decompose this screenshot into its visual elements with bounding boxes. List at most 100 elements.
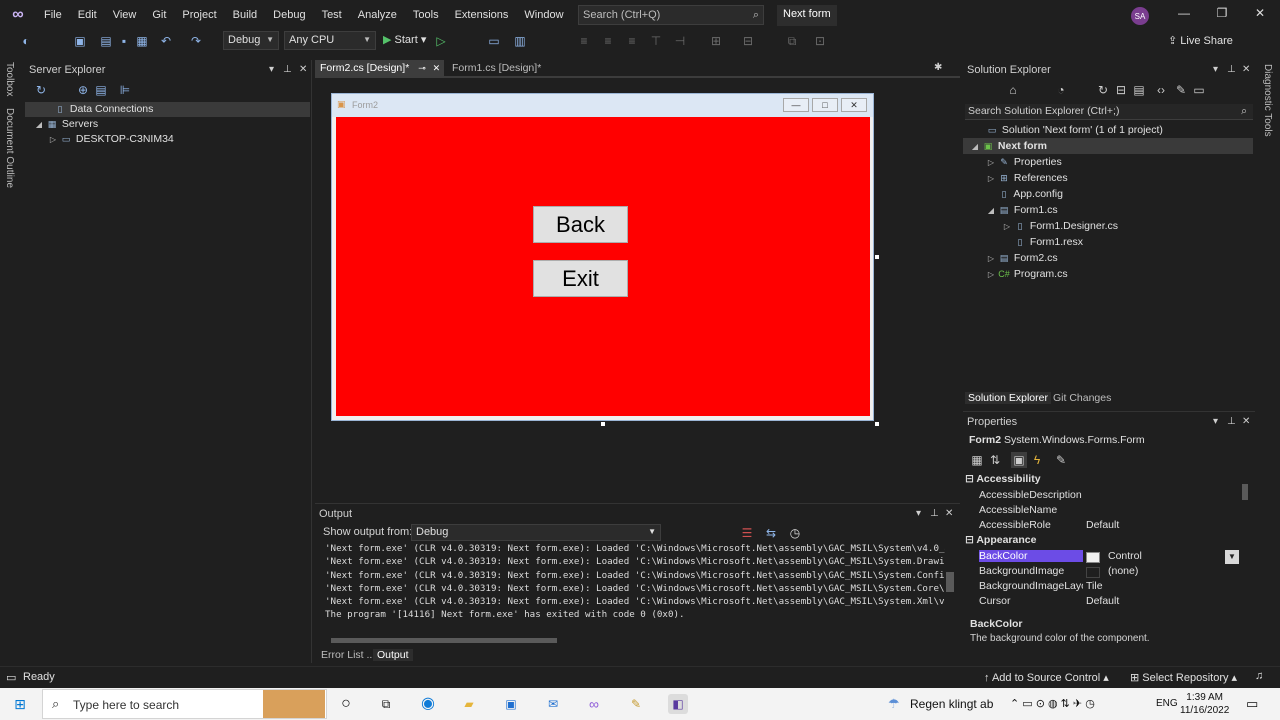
- clock[interactable]: 1:39 AM 11/16/2022: [1180, 691, 1229, 717]
- start-without-debug-icon[interactable]: ▷: [433, 33, 449, 49]
- back-nav-icon[interactable]: ◐: [18, 33, 34, 49]
- select-repository-button[interactable]: ⊞ Select Repository ▴: [1130, 671, 1237, 684]
- start-debug-button[interactable]: ▶ Start ▾: [383, 33, 426, 46]
- pin-icon[interactable]: ⊸: [418, 63, 426, 73]
- gear-icon[interactable]: ✱: [934, 62, 942, 73]
- folder-icon[interactable]: ▭: [486, 33, 502, 49]
- close-icon[interactable]: ✕: [1250, 6, 1270, 24]
- align-left-icon[interactable]: ≡: [576, 33, 592, 49]
- pin-icon[interactable]: ⊥: [1227, 416, 1236, 427]
- word-wrap-icon[interactable]: ⇆: [763, 525, 779, 541]
- menu-edit[interactable]: Edit: [70, 0, 105, 30]
- refresh-icon[interactable]: ↻: [33, 82, 49, 98]
- tree-item-form2[interactable]: ▷ ▤ Form2.cs: [963, 250, 1253, 266]
- global-search-input[interactable]: Search (Ctrl+Q) ⌕: [578, 5, 764, 25]
- minimize-icon[interactable]: —: [1174, 6, 1194, 24]
- visual-studio-icon[interactable]: ∞: [584, 694, 604, 714]
- categorized-icon[interactable]: ▦: [969, 452, 985, 468]
- add-to-source-control-button[interactable]: ↑ Add to Source Control ▴: [984, 671, 1109, 684]
- tab-git-changes[interactable]: Git Changes: [1053, 392, 1111, 404]
- resize-handle[interactable]: [875, 422, 879, 426]
- diagnostic-tools-tab[interactable]: Diagnostic Tools: [1262, 64, 1273, 137]
- tree-item-form1-designer[interactable]: ▷ ▯ Form1.Designer.cs: [963, 218, 1253, 234]
- property-row[interactable]: Cursor Default: [975, 595, 1250, 610]
- open-file-icon[interactable]: ▤: [98, 33, 114, 49]
- maximize-icon[interactable]: ❐: [1212, 6, 1232, 24]
- property-row[interactable]: AccessibleName: [975, 504, 1250, 519]
- property-row-selected[interactable]: BackColor Control ▼: [975, 550, 1250, 565]
- property-row[interactable]: BackgroundImage (none): [975, 565, 1250, 580]
- collapsed-arrow-icon[interactable]: ▷: [985, 155, 997, 171]
- tree-item-form1[interactable]: ◢ ▤ Form1.cs: [963, 202, 1253, 218]
- expanded-arrow-icon[interactable]: ◢: [969, 139, 981, 155]
- connect-database-icon[interactable]: ⊕: [75, 82, 91, 98]
- collapsed-arrow-icon[interactable]: ▷: [985, 251, 997, 267]
- panel-menu-icon[interactable]: ▾: [916, 508, 921, 519]
- align-right-icon[interactable]: ≡: [624, 33, 640, 49]
- properties-icon[interactable]: ✎: [1173, 82, 1189, 98]
- form2-window[interactable]: ▣ Form2 — □ ✕ Back Exit: [331, 93, 874, 421]
- file-explorer-icon[interactable]: ▰: [459, 694, 479, 714]
- menu-build[interactable]: Build: [225, 0, 265, 30]
- pin-icon[interactable]: ⊥: [1227, 64, 1236, 75]
- expanded-arrow-icon[interactable]: ◢: [985, 203, 997, 219]
- visual-studio-logo-icon[interactable]: ∞: [0, 0, 36, 30]
- redo-icon[interactable]: ↷: [188, 33, 204, 49]
- task-view-icon[interactable]: ⧉: [376, 694, 396, 714]
- tree-item-solution[interactable]: ▭ Solution 'Next form' (1 of 1 project): [963, 122, 1253, 138]
- layout-icon[interactable]: ▥: [512, 33, 528, 49]
- tab-solution-explorer[interactable]: Solution Explorer: [965, 392, 1051, 404]
- menu-project[interactable]: Project: [174, 0, 224, 30]
- platform-dropdown[interactable]: Any CPU ▼: [284, 31, 376, 50]
- mail-icon[interactable]: ✉: [543, 694, 563, 714]
- notification-center-icon[interactable]: ▭: [1246, 696, 1258, 712]
- horizontal-scrollbar[interactable]: [331, 638, 557, 643]
- close-icon[interactable]: ✕: [433, 63, 441, 73]
- weather-text[interactable]: Regen klingt ab: [910, 697, 993, 711]
- form-client-area[interactable]: Back Exit: [336, 117, 870, 416]
- tab-form2-design[interactable]: Form2.cs [Design]* ⊸ ✕: [315, 60, 444, 78]
- tree-item-servers[interactable]: ◢ ▦ Servers: [25, 117, 310, 132]
- menu-test[interactable]: Test: [314, 0, 350, 30]
- property-value[interactable]: Control: [1108, 550, 1142, 562]
- resize-handle[interactable]: [601, 422, 605, 426]
- property-row[interactable]: AccessibleDescription: [975, 489, 1250, 504]
- close-icon[interactable]: ✕: [945, 508, 953, 519]
- pending-changes-icon[interactable]: ◔: [1053, 82, 1069, 98]
- tree-item-program[interactable]: ▷ C# Program.cs: [963, 266, 1253, 282]
- taskbar-search-input[interactable]: ⌕ Type here to search: [42, 689, 327, 719]
- properties-view-icon[interactable]: ▣: [1011, 452, 1027, 468]
- category-accessibility[interactable]: ⊟ Accessibility: [965, 473, 1041, 488]
- solution-search-input[interactable]: Search Solution Explorer (Ctrl+;) ⌕: [965, 104, 1253, 120]
- new-project-icon[interactable]: ▣: [72, 33, 88, 49]
- notifications-icon[interactable]: ♫: [1255, 670, 1263, 682]
- alphabetical-icon[interactable]: ⇅: [987, 452, 1003, 468]
- align-center-icon[interactable]: ≡: [600, 33, 616, 49]
- menu-file[interactable]: File: [36, 0, 70, 30]
- edge-icon[interactable]: ◉: [418, 694, 438, 714]
- vertical-scrollbar[interactable]: [1242, 484, 1248, 500]
- tree-item-references[interactable]: ▷ ⊞ References: [963, 170, 1253, 186]
- panel-menu-icon[interactable]: ▾: [1213, 64, 1218, 75]
- collapsed-arrow-icon[interactable]: ▷: [1001, 219, 1013, 235]
- property-pages-icon[interactable]: ✎: [1053, 452, 1069, 468]
- align-middle-icon[interactable]: ⊣: [672, 33, 688, 49]
- save-all-icon[interactable]: ▦: [134, 33, 150, 49]
- tab-output[interactable]: Output: [373, 649, 413, 661]
- property-row[interactable]: BackgroundImageLayout Tile: [975, 580, 1250, 595]
- tab-error-list[interactable]: Error List ...: [317, 649, 379, 661]
- property-value[interactable]: Default: [1086, 519, 1119, 531]
- spacing-icon[interactable]: ⊟: [740, 33, 756, 49]
- vertical-scrollbar[interactable]: [946, 572, 954, 592]
- menu-extensions[interactable]: Extensions: [447, 0, 517, 30]
- live-share-button[interactable]: ⇪ Live Share: [1168, 34, 1233, 47]
- clear-all-icon[interactable]: ☰: [739, 525, 755, 541]
- toolbox-tab[interactable]: Toolbox: [4, 62, 15, 96]
- tree-item-server-desktop[interactable]: ▷ ▭ DESKTOP-C3NIM34: [25, 132, 310, 147]
- lock-controls-icon[interactable]: ⊡: [812, 33, 828, 49]
- configuration-dropdown[interactable]: Debug ▼: [223, 31, 279, 50]
- pin-icon[interactable]: ⊥: [930, 508, 939, 519]
- undo-icon[interactable]: ↶: [158, 33, 174, 49]
- menu-debug[interactable]: Debug: [265, 0, 313, 30]
- avatar[interactable]: SA: [1131, 7, 1149, 25]
